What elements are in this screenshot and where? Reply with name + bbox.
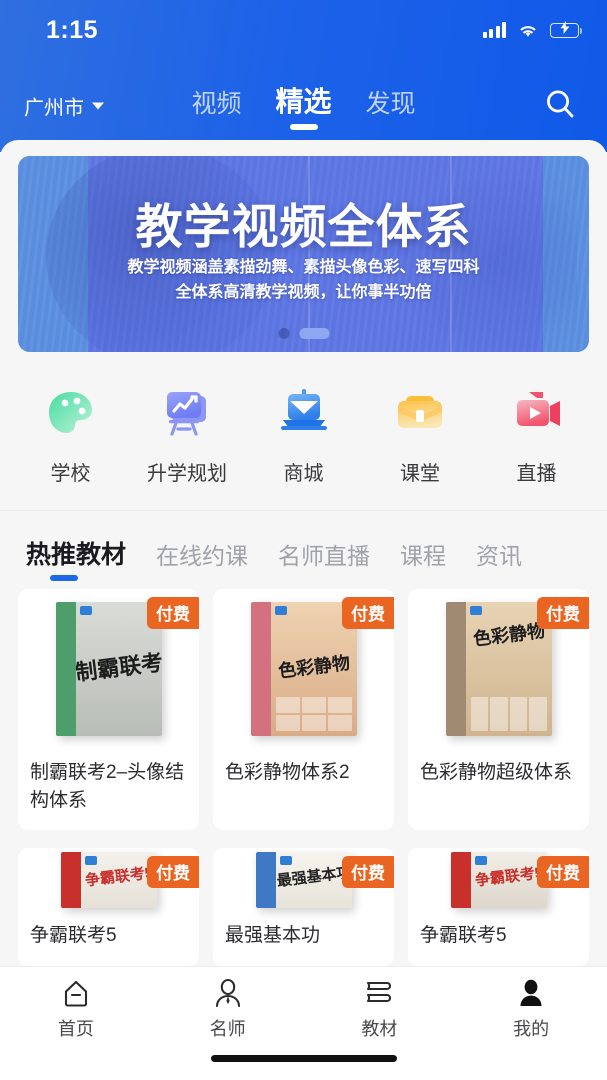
product-title: 最强基本功 — [225, 925, 321, 947]
bottom-nav-textbooks[interactable]: 教材 — [304, 967, 456, 1051]
tab-featured[interactable]: 精选 — [275, 80, 331, 132]
book-cover: 最强基本功 — [255, 852, 352, 909]
product-card[interactable]: 付费 争霸联考5 争霸联考5 — [18, 848, 199, 966]
teacher-icon — [215, 978, 240, 1007]
quick-link-live[interactable]: 直播 — [480, 382, 593, 486]
product-title: 色彩静物超级体系 — [420, 762, 573, 783]
quick-link-label: 升学规划 — [147, 463, 227, 485]
briefcase-icon — [389, 382, 451, 444]
product-title: 争霸联考5 — [420, 925, 507, 947]
section-tab-teacher-live[interactable]: 名师直播 — [278, 537, 370, 585]
product-card[interactable]: 付费 色彩静物 色彩静物超级体系 — [408, 589, 589, 831]
shop-laptop-icon — [273, 382, 335, 444]
section-tab-online-booking[interactable]: 在线约课 — [156, 537, 248, 585]
carousel-dot-active[interactable] — [299, 328, 329, 339]
paid-badge: 付费 — [537, 856, 589, 889]
carousel-dot[interactable] — [278, 328, 289, 339]
city-label: 广州市 — [24, 97, 84, 120]
book-cover: 色彩静物 — [250, 602, 357, 736]
banner-subtitle-1: 教学视频涵盖素描劲舞、素描头像色彩、速写四科 — [127, 258, 480, 276]
status-icons — [482, 21, 582, 38]
bottom-nav-profile[interactable]: 我的 — [455, 967, 607, 1051]
quick-link-school[interactable]: 学校 — [14, 382, 127, 486]
quick-link-label: 学校 — [50, 463, 91, 485]
section-tabs: 热推教材 在线约课 名师直播 课程 资讯 — [0, 511, 607, 585]
product-grid-row-2: 付费 争霸联考5 争霸联考5 付费 最强基本功 最强基本功 付费 争霸联考5 争… — [0, 844, 607, 966]
product-card[interactable]: 付费 争霸联考5 争霸联考5 — [408, 848, 589, 966]
bottom-nav: 首页 名师 教材 我的 — [0, 966, 607, 1080]
banner-title: 教学视频全体系 — [135, 199, 472, 253]
books-icon — [367, 981, 392, 1002]
quick-link-label: 课堂 — [400, 463, 440, 485]
bottom-nav-home[interactable]: 首页 — [0, 967, 152, 1051]
book-cover: 争霸联考5 — [60, 852, 157, 909]
product-thumbnail: 付费 争霸联考5 — [408, 848, 589, 913]
palette-icon — [40, 382, 102, 444]
product-thumbnail: 付费 色彩静物 — [213, 589, 394, 749]
product-thumbnail: 付费 最强基本功 — [213, 848, 394, 913]
section-tab-courses[interactable]: 课程 — [400, 537, 446, 585]
quick-link-label: 商城 — [283, 463, 324, 485]
paid-badge: 付费 — [537, 597, 589, 629]
product-card[interactable]: 付费 最强基本功 最强基本功 — [213, 848, 394, 966]
banner-subtitle-2: 全体系高清教学视频，让你事半功倍 — [175, 283, 432, 301]
product-title: 色彩静物体系2 — [225, 762, 350, 783]
tab-video[interactable]: 视频 — [191, 84, 241, 132]
carousel-dots[interactable] — [278, 328, 329, 339]
promo-banner[interactable]: 教学视频全体系 教学视频涵盖素描劲舞、素描头像色彩、速写四科 全体系高清教学视频… — [18, 156, 589, 352]
product-title: 制霸联考2–头像结构体系 — [30, 762, 185, 811]
quick-link-classroom[interactable]: 课堂 — [364, 382, 477, 486]
chevron-down-icon — [92, 102, 104, 110]
app-screen: 1:15 广州市 视频 精选 发现 教学视频全体系 教学视频涵盖素描劲舞、素描头… — [0, 0, 607, 1080]
nav-row: 广州市 视频 精选 发现 — [0, 62, 607, 150]
status-time: 1:15 — [46, 16, 99, 44]
section-tab-hot-textbooks[interactable]: 热推教材 — [26, 535, 126, 585]
bottom-nav-label: 教材 — [361, 1018, 398, 1039]
battery-charging-icon — [550, 21, 582, 38]
bottom-nav-label: 我的 — [513, 1018, 550, 1039]
quick-link-planning[interactable]: 升学规划 — [131, 382, 244, 486]
product-card[interactable]: 付费 制霸联考 制霸联考2–头像结构体系 — [18, 589, 199, 831]
bottom-nav-label: 首页 — [57, 1018, 94, 1039]
quick-links: 学校 升学规划 商城 课堂 直播 — [0, 382, 607, 511]
product-thumbnail: 付费 色彩静物 — [408, 589, 589, 749]
easel-chart-icon — [156, 382, 218, 444]
paid-badge: 付费 — [342, 856, 394, 889]
section-tab-news[interactable]: 资讯 — [476, 537, 522, 585]
paid-badge: 付费 — [147, 597, 199, 629]
content-sheet[interactable]: 教学视频全体系 教学视频涵盖素描劲舞、素描头像色彩、速写四科 全体系高清教学视频… — [0, 140, 607, 966]
wifi-icon — [517, 22, 539, 38]
book-cover: 争霸联考5 — [450, 852, 547, 909]
bottom-nav-label: 名师 — [209, 1018, 246, 1039]
home-icon — [64, 980, 87, 1007]
book-cover: 制霸联考 — [55, 602, 162, 736]
product-thumbnail: 付费 制霸联考 — [18, 589, 199, 749]
tab-discover[interactable]: 发现 — [366, 84, 416, 132]
product-title: 争霸联考5 — [30, 925, 117, 947]
paid-badge: 付费 — [147, 856, 199, 889]
app-header: 1:15 广州市 视频 精选 发现 — [0, 0, 607, 152]
banner-text: 教学视频全体系 教学视频涵盖素描劲舞、素描头像色彩、速写四科 全体系高清教学视频… — [18, 156, 589, 352]
signal-bars-icon — [482, 22, 506, 38]
quick-link-mall[interactable]: 商城 — [247, 382, 360, 486]
product-card[interactable]: 付费 色彩静物 色彩静物体系2 — [213, 589, 394, 831]
product-thumbnail: 付费 争霸联考5 — [18, 848, 199, 913]
paid-badge: 付费 — [342, 597, 394, 629]
book-cover: 色彩静物 — [445, 602, 552, 736]
home-indicator — [210, 1055, 397, 1062]
top-tabs: 视频 精选 发现 — [191, 80, 415, 132]
quick-link-label: 直播 — [516, 463, 557, 485]
bottom-nav-teachers[interactable]: 名师 — [152, 967, 304, 1051]
city-selector[interactable]: 广州市 — [24, 92, 104, 121]
search-icon[interactable] — [543, 87, 577, 126]
profile-icon — [520, 979, 542, 1006]
video-camera-icon — [506, 382, 568, 444]
product-grid-row-1: 付费 制霸联考 制霸联考2–头像结构体系 付费 色彩静物 色彩静物体系2 付费 … — [0, 585, 607, 831]
status-bar: 1:15 — [0, 0, 607, 62]
